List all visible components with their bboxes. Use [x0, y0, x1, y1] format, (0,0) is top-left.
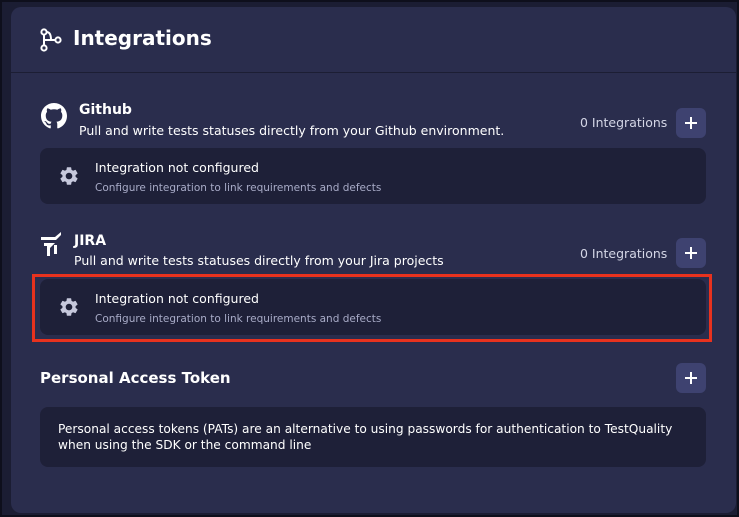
- card-subtitle: Configure integration to link requiremen…: [95, 182, 382, 194]
- github-icon: [41, 103, 67, 129]
- jira-integrations-count: 0 Integrations: [580, 246, 668, 261]
- card-title: Integration not configured: [95, 160, 259, 175]
- add-github-integration-button[interactable]: [676, 108, 706, 138]
- jira-title: JIRA: [74, 233, 107, 249]
- integrations-branch-icon: [40, 28, 62, 52]
- page-title: Integrations: [73, 26, 212, 50]
- app-frame: Integrations Github Pull and write tests…: [0, 0, 739, 517]
- jira-description: Pull and write tests statuses directly f…: [74, 253, 444, 268]
- github-description: Pull and write tests statuses directly f…: [79, 123, 505, 138]
- add-jira-integration-button[interactable]: [676, 238, 706, 268]
- panel-header: Integrations: [11, 7, 736, 73]
- plus-icon: [685, 372, 697, 384]
- add-personal-access-token-button[interactable]: [676, 363, 706, 393]
- gear-icon: [60, 167, 78, 185]
- github-title: Github: [79, 102, 132, 118]
- personal-access-token-title: Personal Access Token: [40, 369, 231, 387]
- jira-icon: [41, 232, 61, 256]
- plus-icon: [685, 247, 697, 259]
- highlight-annotation: [32, 274, 712, 342]
- integrations-panel: Integrations Github Pull and write tests…: [11, 7, 736, 513]
- github-integration-card[interactable]: Integration not configured Configure int…: [40, 148, 706, 204]
- github-integrations-count: 0 Integrations: [580, 115, 668, 130]
- personal-access-token-description: Personal access tokens (PATs) are an alt…: [40, 407, 706, 467]
- plus-icon: [685, 117, 697, 129]
